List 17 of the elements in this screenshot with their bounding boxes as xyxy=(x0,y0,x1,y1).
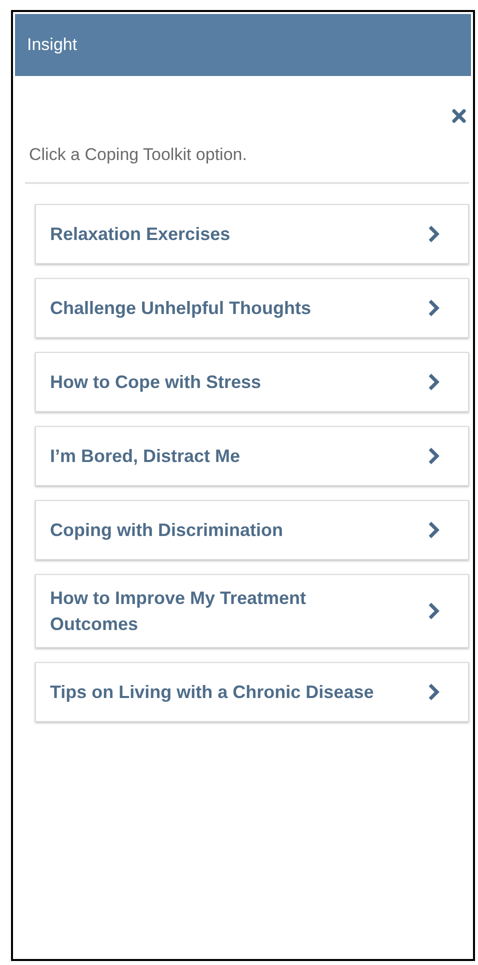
option-button[interactable]: Challenge Unhelpful Thoughts xyxy=(35,278,469,338)
header-title: Insight xyxy=(27,34,78,56)
option-button[interactable]: How to Improve My Treatment Outcomes xyxy=(35,574,469,648)
option-button[interactable]: Coping with Discrimination xyxy=(35,500,469,560)
option-button[interactable]: Tips on Living with a Chronic Disease xyxy=(35,662,469,722)
close-icon[interactable] xyxy=(451,108,467,124)
chevron-right-icon xyxy=(428,224,440,242)
chevron-right-icon xyxy=(428,372,440,390)
instruction-text: Click a Coping Toolkit option. xyxy=(28,144,248,166)
option-button[interactable]: I’m Bored, Distract Me xyxy=(35,426,469,486)
chevron-right-icon xyxy=(428,682,440,700)
option-button[interactable]: How to Cope with Stress xyxy=(35,352,469,412)
chevron-right-icon xyxy=(428,298,440,316)
chevron-right-icon xyxy=(428,602,440,620)
chevron-right-icon xyxy=(428,446,440,464)
chevron-right-icon xyxy=(428,520,440,538)
option-button[interactable]: Relaxation Exercises xyxy=(35,204,469,264)
